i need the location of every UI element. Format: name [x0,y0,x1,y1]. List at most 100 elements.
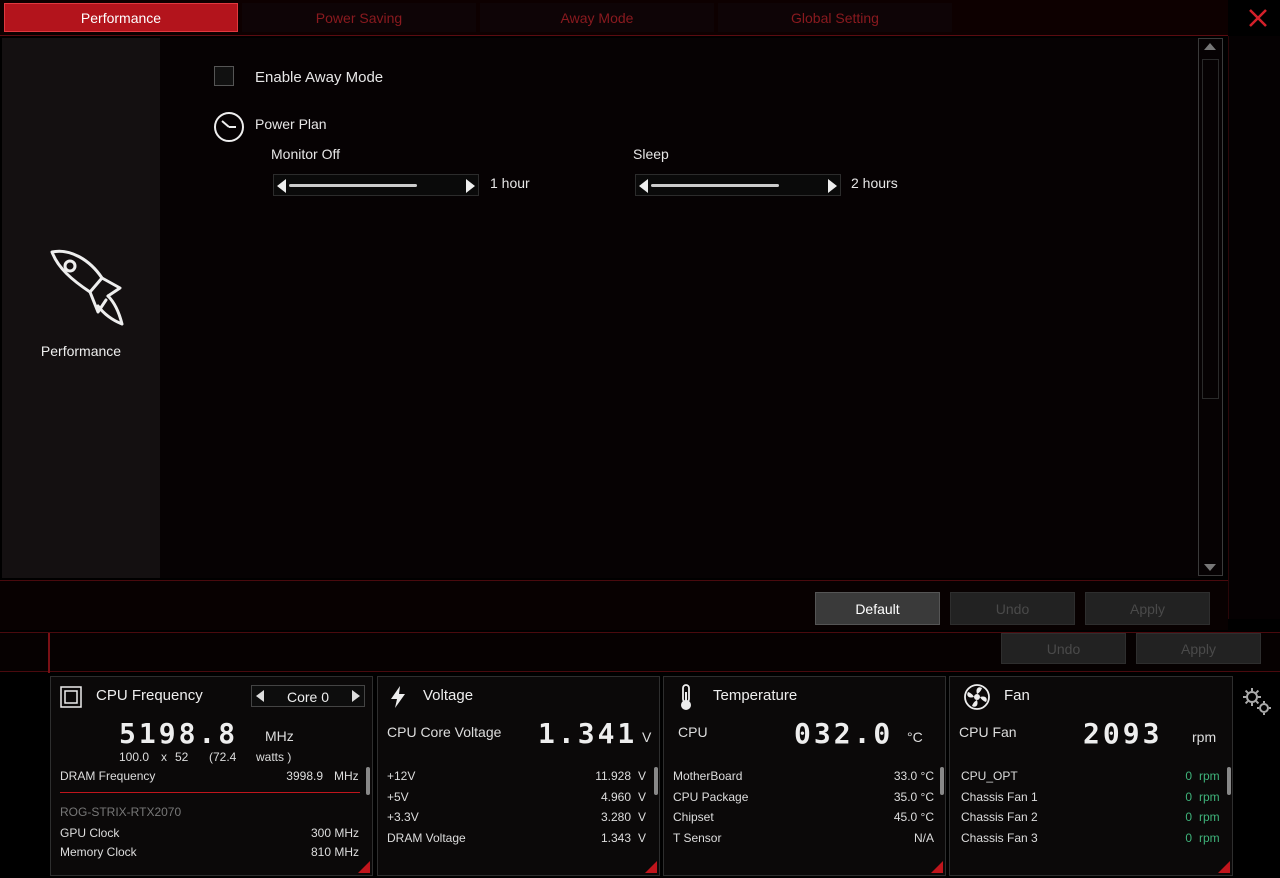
volt-row-label: +12V [387,769,416,783]
enable-away-mode-checkbox[interactable] [214,66,234,86]
cpu-frequency-value: 5198.8 [119,717,239,750]
panel-scrollbar[interactable] [654,767,658,795]
main-content: Enable Away Mode Power Plan Monitor Off … [160,38,1200,578]
fan-row-value: 0 [1185,790,1192,804]
monitor-off-decrease-icon[interactable] [277,179,286,193]
temperature-title: Temperature [713,687,798,704]
tab-bar: Performance Power Saving Away Mode Globa… [0,0,1228,36]
fan-icon [964,684,990,710]
expand-corner-icon[interactable] [645,861,657,873]
expand-corner-icon[interactable] [931,861,943,873]
rocket-icon [50,249,124,326]
gear-icon[interactable] [1240,684,1274,718]
temp-row-label: MotherBoard [673,769,743,783]
fan-title: Fan [1004,687,1030,704]
global-apply-button[interactable]: Apply [1136,633,1261,664]
core-value: Core 0 [286,689,330,705]
voltage-title: Voltage [423,687,474,704]
tab-power-saving[interactable]: Power Saving [242,3,476,32]
page-button-bar: Default Undo Apply [0,580,1228,630]
volt-row-unit: V [638,790,647,804]
cpu-frequency-unit: MHz [265,728,294,744]
dram-frequency-value: 3998.9 [286,769,323,783]
sleep-track[interactable] [651,184,779,187]
panel-scrollbar[interactable] [366,767,370,795]
fan-row-label: Chassis Fan 2 [961,810,1038,824]
cpu-frequency-title: CPU Frequency [96,687,203,704]
sleep-slider[interactable] [635,174,841,196]
tab-performance[interactable]: Performance [4,3,238,32]
close-button[interactable] [1240,4,1276,32]
scroll-up-icon[interactable] [1204,43,1216,50]
monitor-off-increase-icon[interactable] [466,179,475,193]
temp-row-value: 45.0 °C [893,810,934,824]
global-undo-button[interactable]: Undo [1001,633,1126,664]
expand-corner-icon[interactable] [1218,861,1230,873]
global-button-bar: Undo Apply [0,632,1280,673]
sleep-label: Sleep [633,146,669,162]
sleep-value: 2 hours [851,175,898,191]
fan-row-value: 0 [1185,810,1192,824]
monitor-off-label: Monitor Off [271,146,340,162]
thermometer-icon [681,684,691,710]
panel-scrollbar[interactable] [940,767,944,795]
gpu-name: ROG-STRIX-RTX2070 [60,805,182,819]
cpu-watts-label: watts ) [256,750,292,764]
fan-row-value: 0 [1185,769,1192,783]
divider [60,792,360,793]
core-next-icon[interactable] [352,690,360,702]
cpu-watts-value: (72.4 [209,750,237,764]
gpu-clock-value: 300 MHz [310,826,359,840]
fan-row-label: Chassis Fan 3 [961,831,1038,845]
cpu-temperature-value: 032.0 [794,717,894,750]
cpu-temperature-label: CPU [678,724,708,740]
temp-row-value: N/A [913,831,934,845]
fan-row-label: CPU_OPT [961,769,1018,783]
fan-row-unit: rpm [1199,790,1220,804]
voltage-panel: Voltage CPU Core Voltage 1.341 V +12V 11… [377,676,660,876]
scroll-thumb[interactable] [1202,59,1219,399]
core-selector[interactable]: Core 0 [251,685,365,707]
default-button[interactable]: Default [815,592,940,625]
tab-global-setting[interactable]: Global Setting [718,3,952,32]
fan-row-unit: rpm [1199,831,1220,845]
sleep-increase-icon[interactable] [828,179,837,193]
temp-row-value: 33.0 °C [893,769,934,783]
sidebar: Performance [2,38,160,578]
right-column [1228,36,1280,619]
tab-away-mode[interactable]: Away Mode [480,3,714,32]
monitor-off-track[interactable] [289,184,417,187]
scroll-down-icon[interactable] [1204,564,1216,571]
volt-row-unit: V [638,831,647,845]
temp-row-label: Chipset [673,810,714,824]
monitor-off-value: 1 hour [490,175,530,191]
dram-frequency-unit: MHz [334,769,359,783]
memory-clock-label: Memory Clock [60,845,137,859]
content-scrollbar[interactable] [1198,38,1223,576]
memory-clock-value: 810 MHz [310,845,359,859]
sidebar-label: Performance [40,343,122,359]
cpu-frequency-panel: CPU Frequency Core 0 5198.8 MHz 100.0 x … [50,676,373,876]
panel-scrollbar[interactable] [1227,767,1231,795]
enable-away-mode-label: Enable Away Mode [255,69,384,86]
undo-button[interactable]: Undo [950,592,1075,625]
expand-corner-icon[interactable] [358,861,370,873]
cpu-chip-icon [60,686,82,708]
cpu-fan-unit: rpm [1192,729,1217,745]
cpu-ratio: 52 [175,750,189,764]
volt-row-unit: V [638,810,647,824]
cpu-core-voltage-label: CPU Core Voltage [387,724,502,740]
sleep-decrease-icon[interactable] [639,179,648,193]
volt-row-value: 3.280 [600,810,631,824]
cpu-times-sign: x [161,750,167,764]
apply-button[interactable]: Apply [1085,592,1210,625]
cpu-core-voltage-unit: V [642,729,652,745]
close-icon [1249,9,1267,27]
cpu-multiplier: 100.0 [119,750,150,764]
monitor-off-slider[interactable] [273,174,479,196]
temp-row-value: 35.0 °C [893,790,934,804]
fan-row-unit: rpm [1199,769,1220,783]
volt-row-value: 1.343 [600,831,631,845]
dram-frequency-label: DRAM Frequency [60,769,156,783]
cpu-temperature-unit: °C [907,729,923,745]
